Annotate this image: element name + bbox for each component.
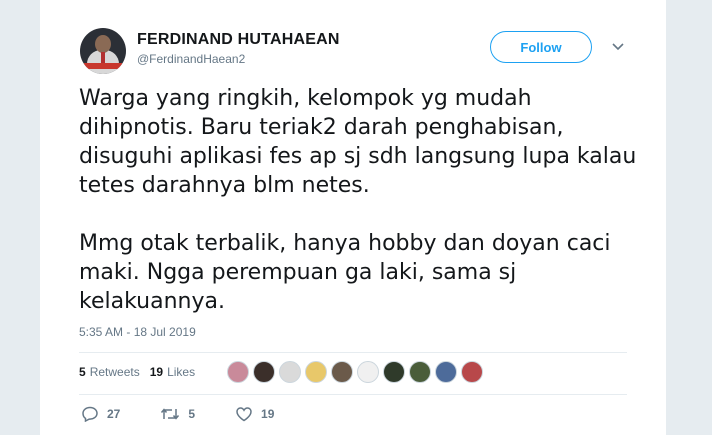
retweets-label[interactable]: Retweets (90, 365, 140, 379)
author-name[interactable]: FERDINAND HUTAHAEAN (137, 31, 340, 49)
like-count[interactable]: 19 (150, 365, 163, 379)
tweet-timestamp[interactable]: 5:35 AM - 18 Jul 2019 (79, 325, 196, 339)
liker-avatar[interactable] (331, 361, 353, 383)
divider (79, 394, 627, 395)
reply-icon (82, 406, 98, 422)
tweet-paragraph: Warga yang ringkih, kelompok yg mudah di… (79, 86, 637, 198)
author-handle[interactable]: @FerdinandHaean2 (137, 52, 245, 66)
likes-label[interactable]: Likes (167, 365, 195, 379)
liker-avatars (227, 361, 487, 385)
tweet-stats: 5 Retweets 19 Likes (79, 365, 195, 379)
reply-action[interactable]: 27 (81, 406, 120, 422)
heart-icon (236, 407, 252, 422)
reply-count: 27 (107, 407, 121, 421)
tweet-paragraph: Mmg otak terbalik, hanya hobby dan doyan… (79, 231, 611, 314)
liker-avatar[interactable] (461, 361, 483, 383)
liker-avatar[interactable] (279, 361, 301, 383)
retweet-action[interactable]: 5 (160, 406, 195, 422)
chevron-down-icon[interactable] (612, 42, 624, 52)
author-avatar[interactable] (80, 28, 126, 74)
retweet-action-count: 5 (188, 407, 196, 421)
liker-avatar[interactable] (383, 361, 405, 383)
divider (79, 352, 627, 353)
liker-avatar[interactable] (435, 361, 457, 383)
liker-avatar[interactable] (357, 361, 379, 383)
like-action-count: 19 (261, 407, 275, 421)
tweet-text: Warga yang ringkih, kelompok yg mudah di… (79, 84, 639, 316)
liker-avatar[interactable] (305, 361, 327, 383)
tweet-actions: 27 5 19 (81, 406, 314, 422)
like-action[interactable]: 19 (235, 406, 274, 422)
follow-button[interactable]: Follow (490, 31, 592, 63)
liker-avatar[interactable] (253, 361, 275, 383)
retweet-icon (161, 408, 180, 420)
tweet-card: FERDINAND HUTAHAEAN @FerdinandHaean2 Fol… (40, 0, 666, 435)
liker-avatar[interactable] (409, 361, 431, 383)
retweet-count[interactable]: 5 (79, 365, 86, 379)
liker-avatar[interactable] (227, 361, 249, 383)
